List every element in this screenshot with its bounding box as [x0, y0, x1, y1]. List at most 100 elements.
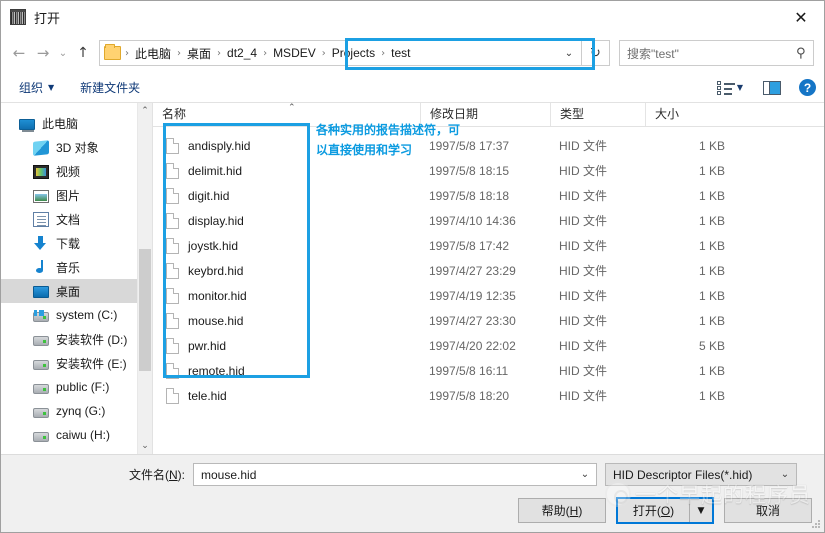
- file-name-label: pwr.hid: [188, 338, 227, 353]
- scrollbar-thumb[interactable]: [139, 249, 151, 371]
- file-name-cell[interactable]: delimit.hid: [153, 162, 420, 179]
- file-size-cell: 1 KB: [698, 238, 725, 253]
- filetype-value[interactable]: HID Descriptor Files(*.hid): [606, 468, 774, 482]
- sidebar-item-drive-e[interactable]: 安装软件 (E:): [1, 351, 152, 375]
- sidebar-item-caiwu-h[interactable]: caiwu (H:): [1, 423, 152, 447]
- sidebar-item-3d-objects[interactable]: 3D 对象: [1, 135, 152, 159]
- filename-label-post: ):: [177, 468, 185, 482]
- breadcrumb-item-2[interactable]: dt2_4: [222, 46, 262, 60]
- help-button-key: H: [569, 503, 579, 518]
- navigation-pane: 此电脑 3D 对象 视频 图片 文档 下载 音乐 桌面 system (C:) …: [1, 103, 153, 454]
- scroll-up-icon[interactable]: ⌃: [138, 103, 152, 119]
- new-folder-button[interactable]: 新建文件夹: [80, 79, 140, 96]
- back-button[interactable]: ←: [7, 39, 31, 67]
- file-name-cell[interactable]: joystk.hid: [153, 237, 420, 254]
- sidebar-item-drive-d[interactable]: 安装软件 (D:): [1, 327, 152, 351]
- address-bar[interactable]: › 此电脑 › 桌面 › dt2_4 › MSDEV › Projects › …: [99, 38, 595, 70]
- search-input[interactable]: 搜索"test": [620, 45, 789, 62]
- sidebar-item-system-c[interactable]: system (C:): [1, 303, 152, 327]
- breadcrumb-item-3[interactable]: MSDEV: [268, 46, 321, 60]
- file-list-pane: 名称 修改日期 类型 大小 ⌃ andisply.hid 1997/5/8 17…: [153, 103, 824, 454]
- table-row[interactable]: andisply.hid 1997/5/8 17:37 HID 文件 1 KB: [153, 133, 824, 158]
- file-name-cell[interactable]: digit.hid: [153, 187, 420, 204]
- sidebar-item-downloads[interactable]: 下载: [1, 231, 152, 255]
- help-button[interactable]: 帮助(H): [518, 498, 606, 523]
- forward-button[interactable]: →: [31, 39, 55, 67]
- sidebar-item-desktop[interactable]: 桌面: [1, 279, 152, 303]
- file-type-cell: HID 文件: [559, 139, 608, 153]
- drive-icon: [33, 335, 49, 346]
- filename-value[interactable]: mouse.hid: [194, 468, 574, 482]
- column-header-type[interactable]: 类型: [550, 103, 645, 126]
- sidebar-scrollbar[interactable]: ⌃ ⌄: [137, 103, 152, 454]
- view-options-icon[interactable]: [716, 80, 735, 95]
- table-row[interactable]: delimit.hid 1997/5/8 18:15 HID 文件 1 KB: [153, 158, 824, 183]
- filetype-dropdown[interactable]: HID Descriptor Files(*.hid) ⌄: [605, 463, 797, 486]
- file-type-cell: HID 文件: [559, 364, 608, 378]
- sidebar-item-pictures[interactable]: 图片: [1, 183, 152, 207]
- table-row[interactable]: remote.hid 1997/5/8 16:11 HID 文件 1 KB: [153, 358, 824, 383]
- sidebar-item-this-pc[interactable]: 此电脑: [1, 111, 152, 135]
- open-dropdown-icon[interactable]: ▼: [690, 499, 712, 522]
- chevron-down-icon[interactable]: ⌄: [774, 469, 796, 480]
- file-name-cell[interactable]: display.hid: [153, 212, 420, 229]
- search-box[interactable]: 搜索"test" ⚲: [619, 40, 814, 66]
- sidebar-item-label: public (F:): [56, 380, 110, 394]
- file-date-cell: 1997/4/20 22:02: [429, 338, 516, 353]
- sidebar-item-public-f[interactable]: public (F:): [1, 375, 152, 399]
- help-icon[interactable]: ?: [799, 79, 816, 96]
- table-row[interactable]: tele.hid 1997/5/8 18:20 HID 文件 1 KB: [153, 383, 824, 408]
- breadcrumb-item-1[interactable]: 桌面: [182, 45, 216, 62]
- preview-pane-icon[interactable]: [763, 80, 781, 95]
- drive-icon: [33, 359, 49, 370]
- table-row[interactable]: monitor.hid 1997/4/19 12:35 HID 文件 1 KB: [153, 283, 824, 308]
- table-row[interactable]: display.hid 1997/4/10 14:36 HID 文件 1 KB: [153, 208, 824, 233]
- sidebar-item-zynq-g[interactable]: zynq (G:): [1, 399, 152, 423]
- title-bar: 打开 ✕: [1, 1, 824, 33]
- table-row[interactable]: keybrd.hid 1997/4/27 23:29 HID 文件 1 KB: [153, 258, 824, 283]
- sort-ascending-icon: ⌃: [288, 103, 296, 113]
- refresh-icon[interactable]: ↻: [582, 40, 610, 66]
- file-name-cell[interactable]: mouse.hid: [153, 312, 420, 329]
- chevron-down-icon[interactable]: ⌄: [557, 41, 581, 65]
- file-size-cell: 1 KB: [698, 213, 725, 228]
- table-row[interactable]: pwr.hid 1997/4/20 22:02 HID 文件 5 KB: [153, 333, 824, 358]
- breadcrumb-item-5[interactable]: test: [386, 46, 415, 60]
- resize-grip[interactable]: [811, 519, 821, 529]
- open-file-dialog: 打开 ✕ ← → ⌄ ↑ › 此电脑 › 桌面 › dt2_4 › MSDEV …: [0, 0, 825, 533]
- file-size-cell: 1 KB: [698, 263, 725, 278]
- file-name-label: tele.hid: [188, 388, 227, 403]
- sidebar-item-music[interactable]: 音乐: [1, 255, 152, 279]
- cancel-button[interactable]: 取消: [724, 498, 812, 523]
- open-button[interactable]: 打开(O): [618, 499, 690, 522]
- file-date-cell: 1997/5/8 18:20: [429, 388, 510, 403]
- file-name-cell[interactable]: monitor.hid: [153, 287, 420, 304]
- file-name-cell[interactable]: tele.hid: [153, 387, 420, 404]
- file-icon: [166, 162, 179, 179]
- breadcrumb-item-4[interactable]: Projects: [327, 46, 380, 60]
- breadcrumb[interactable]: › 此电脑 › 桌面 › dt2_4 › MSDEV › Projects › …: [100, 41, 557, 65]
- column-header-size[interactable]: 大小: [645, 103, 743, 126]
- filename-input[interactable]: mouse.hid ⌄: [193, 463, 597, 486]
- filename-label-pre: 文件名(: [128, 468, 169, 482]
- file-name-cell[interactable]: pwr.hid: [153, 337, 420, 354]
- breadcrumb-item-0[interactable]: 此电脑: [130, 45, 176, 62]
- organize-button[interactable]: 组织 ▼: [19, 79, 54, 96]
- chevron-down-icon[interactable]: ▼: [737, 83, 743, 92]
- table-row[interactable]: digit.hid 1997/5/8 18:18 HID 文件 1 KB: [153, 183, 824, 208]
- sidebar-item-documents[interactable]: 文档: [1, 207, 152, 231]
- chevron-down-icon[interactable]: ⌄: [574, 469, 596, 480]
- table-row[interactable]: mouse.hid 1997/4/27 23:30 HID 文件 1 KB: [153, 308, 824, 333]
- open-split-button[interactable]: 打开(O) ▼: [616, 497, 714, 524]
- file-date-cell: 1997/5/8 16:11: [429, 363, 509, 378]
- file-name-cell[interactable]: keybrd.hid: [153, 262, 420, 279]
- file-size-cell: 5 KB: [698, 338, 725, 353]
- scroll-down-icon[interactable]: ⌄: [138, 438, 152, 454]
- file-name-cell[interactable]: remote.hid: [153, 362, 420, 379]
- file-name-label: display.hid: [188, 213, 244, 228]
- up-button[interactable]: ↑: [71, 39, 95, 67]
- table-row[interactable]: joystk.hid 1997/5/8 17:42 HID 文件 1 KB: [153, 233, 824, 258]
- sidebar-item-videos[interactable]: 视频: [1, 159, 152, 183]
- close-icon[interactable]: ✕: [778, 1, 824, 33]
- recent-locations-button[interactable]: ⌄: [55, 39, 71, 67]
